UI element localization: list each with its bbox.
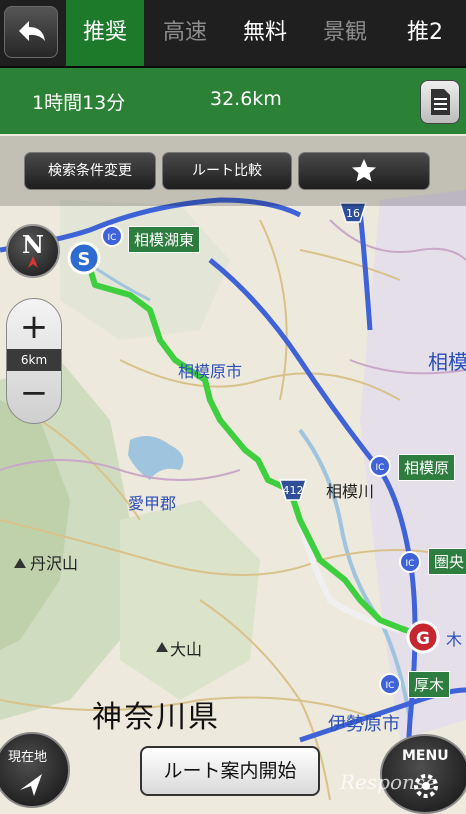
sign-sagamihara: 相模原 [398, 454, 456, 481]
label-tanzawa: 丹沢山 [30, 554, 79, 573]
start-guidance-button[interactable]: ルート案内開始 [140, 746, 320, 796]
favorite-button[interactable] [298, 152, 430, 190]
ic-marker: IC [369, 455, 391, 477]
route-detail-button[interactable] [420, 80, 460, 124]
ic-marker: IC [399, 551, 421, 573]
label-ki: 木 [446, 630, 463, 649]
label-isehara: 伊勢原市 [328, 714, 400, 735]
current-location-label: 現在地 [8, 750, 48, 765]
tab-free[interactable]: 無料 [226, 0, 304, 66]
watermark: Response [340, 770, 437, 794]
map-scale: 6km [7, 349, 61, 371]
route-info-bar: 1時間13分 32.6km [0, 68, 466, 134]
star-icon [352, 159, 376, 182]
menu-label: MENU [402, 748, 449, 764]
route-number-16-text: 16 [346, 207, 360, 220]
back-button[interactable] [4, 6, 58, 58]
start-marker-text: S [78, 249, 91, 270]
route-time: 1時間13分 [32, 92, 126, 114]
compass-needle-icon [28, 256, 38, 268]
label-sagami-right: 相模 [428, 350, 466, 374]
label-sagami-river: 相模川 [326, 482, 375, 501]
ic-marker-text: IC [108, 233, 117, 243]
goal-marker: G [406, 620, 440, 654]
zoom-out-button[interactable]: − [7, 371, 61, 415]
ic-marker-text: IC [376, 463, 385, 473]
tab-recommended[interactable]: 推奨 [66, 0, 144, 66]
label-kanagawa: 神奈川県 [92, 700, 220, 735]
tab-highway[interactable]: 高速 [146, 0, 224, 66]
route-tab-bar: 推奨 高速 無料 景観 推2 [0, 0, 466, 68]
route-distance: 32.6km [210, 88, 282, 110]
sign-sagamiko-east: 相模湖東 [128, 226, 201, 253]
document-icon [431, 89, 450, 115]
goal-marker-text: G [416, 629, 430, 649]
tab-scenic[interactable]: 景観 [306, 0, 384, 66]
search-conditions-button[interactable]: 検索条件変更 [24, 152, 156, 190]
start-marker: S [67, 241, 101, 275]
zoom-control: + 6km − [6, 298, 62, 424]
ic-marker: IC [379, 673, 401, 695]
route-number-412-text: 412 [283, 484, 304, 497]
tab-recommended-2[interactable]: 推2 [386, 0, 464, 66]
back-arrow-icon [19, 21, 45, 41]
compass-button[interactable]: N [6, 224, 60, 278]
sign-atsugi: 厚木 [408, 671, 451, 698]
label-oyama: 大山 [170, 640, 203, 659]
label-sagamihara-city: 相模原市 [178, 362, 243, 381]
location-arrow-icon [20, 774, 42, 796]
sign-ken: 圏央 [428, 548, 466, 575]
ic-marker: IC [101, 225, 123, 247]
route-compare-button[interactable]: ルート比較 [162, 152, 292, 190]
label-aiko-gun: 愛甲郡 [128, 494, 177, 513]
ic-marker-text: IC [406, 559, 415, 569]
ic-marker-text: IC [386, 681, 395, 691]
zoom-in-button[interactable]: + [7, 305, 61, 349]
